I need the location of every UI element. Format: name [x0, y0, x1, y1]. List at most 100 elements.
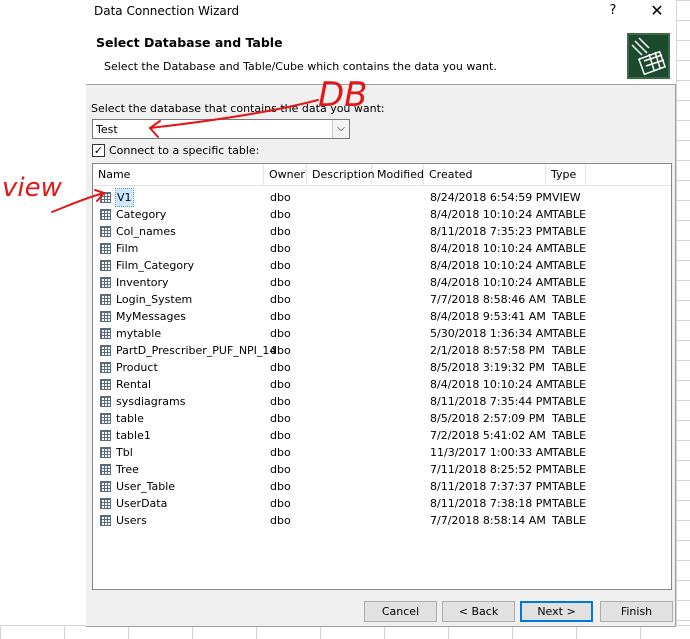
cell-owner: dbo — [270, 310, 291, 323]
cell-owner: dbo — [270, 259, 291, 272]
table-list[interactable]: Name Owner Description Modified Created … — [92, 163, 672, 590]
next-button[interactable]: Next > — [520, 601, 593, 622]
table-row[interactable]: Users dbo 7/7/2018 8:58:14 AM TABLE — [93, 512, 671, 529]
cell-owner: dbo — [270, 191, 291, 204]
database-label: Select the database that contains the da… — [91, 102, 385, 115]
column-header-modified[interactable]: Modified — [372, 164, 424, 186]
cell-created: 7/2/2018 5:41:02 AM — [430, 429, 546, 442]
help-button[interactable]: ? — [605, 3, 621, 18]
table-row[interactable]: User_Table dbo 8/11/2018 7:37:37 PM TABLE — [93, 478, 671, 495]
column-header-description[interactable]: Description — [307, 164, 375, 186]
table-icon — [100, 243, 111, 254]
table-icon — [100, 396, 111, 407]
cell-owner: dbo — [270, 242, 291, 255]
wizard-header: Select Database and Table Select the Dat… — [86, 24, 676, 85]
cell-type: TABLE — [552, 310, 587, 323]
cancel-button[interactable]: Cancel — [364, 601, 437, 622]
cell-created: 8/4/2018 10:10:24 AM — [430, 378, 553, 391]
cell-owner: dbo — [270, 463, 291, 476]
table-row[interactable]: Rental dbo 8/4/2018 10:10:24 AM TABLE — [93, 376, 671, 393]
table-row[interactable]: sysdiagrams dbo 8/11/2018 7:35:44 PM TABLE — [93, 393, 671, 410]
cell-type: TABLE — [552, 361, 587, 374]
cell-type: TABLE — [552, 480, 587, 493]
cell-name: Category — [116, 208, 167, 221]
cell-owner: dbo — [270, 327, 291, 340]
cell-type: TABLE — [552, 293, 587, 306]
cell-type: TABLE — [552, 497, 587, 510]
table-icon — [100, 260, 111, 271]
cell-name: table1 — [116, 429, 151, 442]
cell-name: Rental — [116, 378, 151, 391]
database-plug-icon — [627, 33, 670, 79]
cell-name: Inventory — [116, 276, 169, 289]
table-icon — [100, 311, 111, 322]
table-icon — [100, 328, 111, 339]
spreadsheet-grid-bottom — [0, 625, 690, 639]
cell-type: TABLE — [552, 327, 587, 340]
table-list-header: Name Owner Description Modified Created … — [93, 164, 671, 186]
cell-name: V1 — [115, 188, 134, 207]
cell-created: 8/4/2018 10:10:24 AM — [430, 276, 553, 289]
cell-created: 8/11/2018 7:37:37 PM — [430, 480, 552, 493]
table-row[interactable]: Film_Category dbo 8/4/2018 10:10:24 AM TABL… — [93, 257, 671, 274]
cell-type: TABLE — [552, 208, 587, 221]
table-row[interactable]: table dbo 8/5/2018 2:57:09 PM TABLE — [93, 410, 671, 427]
spreadsheet-grid — [676, 0, 690, 639]
cell-owner: dbo — [270, 208, 291, 221]
table-row[interactable]: Category dbo 8/4/2018 10:10:24 AM TABLE — [93, 206, 671, 223]
table-row[interactable]: V1 dbo 8/24/2018 6:54:59 PM VIEW — [93, 188, 671, 207]
page-subtitle: Select the Database and Table/Cube which… — [104, 60, 497, 73]
table-row[interactable]: mytable dbo 5/30/2018 1:36:34 AM TABLE — [93, 325, 671, 342]
cell-name: Film — [116, 242, 139, 255]
table-icon — [100, 464, 111, 475]
table-row[interactable]: Film dbo 8/4/2018 10:10:24 AM TABLE — [93, 240, 671, 257]
cell-type: TABLE — [552, 242, 587, 255]
cell-type: TABLE — [552, 446, 587, 459]
cell-owner: dbo — [270, 361, 291, 374]
back-button[interactable]: < Back — [442, 601, 515, 622]
table-icon — [100, 430, 111, 441]
connect-specific-table-checkbox[interactable]: ✓ — [92, 144, 105, 157]
cell-created: 7/7/2018 8:58:46 AM — [430, 293, 546, 306]
cell-created: 8/24/2018 6:54:59 PM — [430, 191, 552, 204]
table-icon — [100, 515, 111, 526]
cell-owner: dbo — [270, 514, 291, 527]
database-select[interactable]: Test ⌵ — [92, 119, 350, 139]
cell-type: TABLE — [552, 395, 587, 408]
table-row[interactable]: PartD_Prescriber_PUF_NPI_14 dbo 2/1/2018 8… — [93, 342, 671, 359]
cell-name: sysdiagrams — [116, 395, 186, 408]
cell-owner: dbo — [270, 480, 291, 493]
column-header-created[interactable]: Created — [424, 164, 546, 186]
column-header-name[interactable]: Name — [93, 164, 264, 186]
finish-button[interactable]: Finish — [600, 601, 673, 622]
table-row[interactable]: Tbl dbo 11/3/2017 1:00:33 AM TABLE — [93, 444, 671, 461]
table-row[interactable]: Product dbo 8/5/2018 3:19:32 PM TABLE — [93, 359, 671, 376]
cell-type: TABLE — [552, 514, 587, 527]
table-icon — [100, 447, 111, 458]
table-row[interactable]: Tree dbo 7/11/2018 8:25:52 PM TABLE — [93, 461, 671, 478]
database-select-value: Test — [96, 123, 118, 136]
column-header-type[interactable]: Type — [546, 164, 586, 186]
cell-created: 8/4/2018 10:10:24 AM — [430, 242, 553, 255]
table-row[interactable]: MyMessages dbo 8/4/2018 9:53:41 AM TABLE — [93, 308, 671, 325]
table-row[interactable]: Inventory dbo 8/4/2018 10:10:24 AM TABLE — [93, 274, 671, 291]
table-row[interactable]: Login_System dbo 7/7/2018 8:58:46 AM TABLE — [93, 291, 671, 308]
table-icon — [100, 192, 111, 203]
cell-name: UserData — [116, 497, 168, 510]
close-button[interactable]: ✕ — [647, 1, 667, 20]
cell-name: Col_names — [116, 225, 176, 238]
cell-created: 8/4/2018 10:10:24 AM — [430, 259, 553, 272]
cell-owner: dbo — [270, 395, 291, 408]
cell-type: TABLE — [552, 412, 587, 425]
table-icon — [100, 277, 111, 288]
cell-created: 7/7/2018 8:58:14 AM — [430, 514, 546, 527]
chevron-down-icon[interactable]: ⌵ — [332, 120, 349, 138]
table-row[interactable]: UserData dbo 8/11/2018 7:38:18 PM TABLE — [93, 495, 671, 512]
table-row[interactable]: Col_names dbo 8/11/2018 7:35:23 PM TABLE — [93, 223, 671, 240]
column-header-owner[interactable]: Owner — [264, 164, 307, 186]
table-row[interactable]: table1 dbo 7/2/2018 5:41:02 AM TABLE — [93, 427, 671, 444]
window-title: Data Connection Wizard — [94, 4, 240, 18]
cell-created: 8/11/2018 7:35:23 PM — [430, 225, 552, 238]
cell-created: 8/11/2018 7:38:18 PM — [430, 497, 552, 510]
table-icon — [100, 481, 111, 492]
